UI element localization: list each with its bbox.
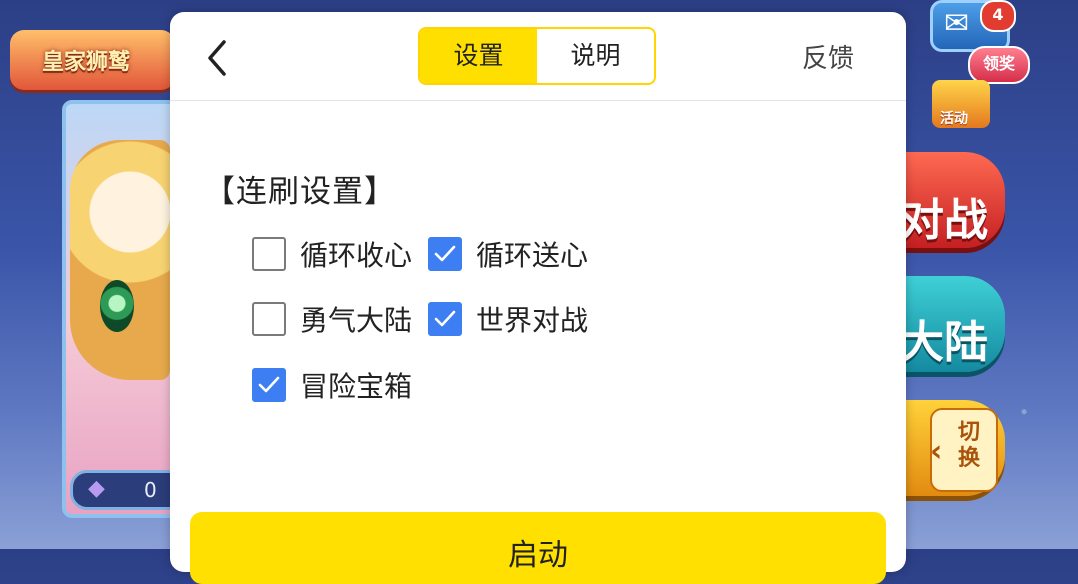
checkbox-checked[interactable]	[428, 237, 462, 271]
feedback-link[interactable]: 反馈	[802, 38, 854, 75]
checkbox-unchecked[interactable]	[252, 302, 286, 336]
start-button[interactable]: 启动	[190, 512, 886, 584]
gem-count: 0	[144, 478, 157, 502]
hero-eye	[100, 280, 134, 332]
option-world-battle[interactable]: 世界对战	[428, 299, 588, 339]
tab-instructions[interactable]: 说明	[537, 29, 654, 83]
option-loop-collect-hearts[interactable]: 循环收心	[252, 234, 412, 274]
continent-button-label: 大陆	[900, 317, 988, 368]
option-label: 勇气大陆	[300, 304, 413, 337]
checkbox-checked[interactable]	[428, 302, 462, 336]
switch-button-label: 切换	[958, 420, 981, 471]
option-label: 循环送心	[476, 239, 589, 272]
section-title: 【连刷设置】	[204, 174, 396, 210]
hero-portrait	[70, 140, 170, 380]
sheet-header: 设置 说明 反馈	[170, 12, 906, 101]
start-button-label: 启动	[508, 538, 568, 573]
option-label: 冒险宝箱	[300, 370, 413, 403]
option-loop-send-hearts[interactable]: 循环送心	[428, 234, 588, 274]
reward-button[interactable]: 领奖	[968, 46, 1030, 84]
segmented-tabs: 设置 说明	[418, 27, 656, 85]
option-adventure-chest[interactable]: 冒险宝箱	[252, 365, 412, 405]
tab-settings[interactable]: 设置	[420, 29, 537, 83]
event-label: 活动	[940, 111, 968, 127]
chevron-left-icon	[208, 40, 226, 76]
option-label: 循环收心	[300, 239, 413, 272]
settings-sheet: 设置 说明 反馈 【连刷设置】 循环收心 循环送心 勇气大陆 世界对战 冒险宝箱…	[170, 12, 906, 584]
checkmark-icon	[434, 310, 456, 327]
checkbox-unchecked[interactable]	[252, 237, 286, 271]
chevron-left-icon: ‹	[930, 434, 943, 469]
back-button[interactable]	[200, 38, 236, 78]
option-label: 世界对战	[476, 304, 589, 337]
gem-icon: ◆	[88, 476, 105, 501]
checkmark-icon	[258, 376, 280, 393]
mail-badge: 4	[980, 0, 1016, 32]
mail-icon: ✉	[944, 6, 970, 41]
checkmark-icon	[434, 245, 456, 262]
game-logo-title: 皇家狮鹫	[42, 50, 131, 75]
checkbox-checked[interactable]	[252, 368, 286, 402]
option-courage-continent[interactable]: 勇气大陆	[252, 299, 412, 339]
battle-button-label: 对战	[900, 195, 988, 246]
